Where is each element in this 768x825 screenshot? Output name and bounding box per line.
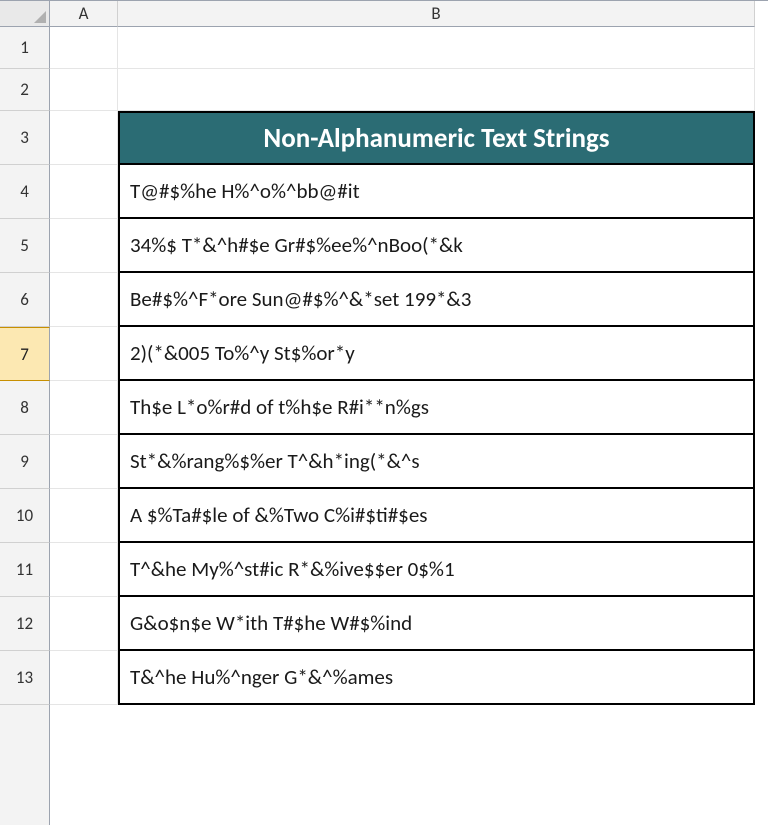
cell-A10[interactable] [50, 489, 118, 543]
row-header-5[interactable]: 5 [0, 219, 50, 273]
cell-A5[interactable] [50, 219, 118, 273]
row-header-11[interactable]: 11 [0, 543, 50, 597]
cell-B11[interactable]: T^&he My%^st#ic R*&%ive$$er 0$%1 [118, 543, 755, 597]
spreadsheet-grid[interactable]: A B 1 2 3 Non-Alphanumeric Text Strings … [0, 0, 768, 825]
row-header-13[interactable]: 13 [0, 651, 50, 705]
cell-A1[interactable] [50, 27, 118, 69]
cell-A11[interactable] [50, 543, 118, 597]
row-header-2[interactable]: 2 [0, 69, 50, 111]
cell-B2[interactable] [118, 69, 755, 111]
row-header-12[interactable]: 12 [0, 597, 50, 651]
row-header-10[interactable]: 10 [0, 489, 50, 543]
cell-blank-B [118, 705, 755, 825]
cell-A12[interactable] [50, 597, 118, 651]
cell-B12[interactable]: G&o$n$e W*ith T#$he W#$%ind [118, 597, 755, 651]
cell-B13[interactable]: T&^he Hu%^nger G*&^%ames [118, 651, 755, 705]
cell-blank-A [50, 705, 118, 825]
cell-B7[interactable]: 2)(*&005 To%^y St$%or*y [118, 327, 755, 381]
cell-B8[interactable]: Th$e L*o%r#d of t%h$e R#i**n%gs [118, 381, 755, 435]
cell-B9[interactable]: St*&%rang%$%er T^&h*ing(*&^s [118, 435, 755, 489]
cell-A8[interactable] [50, 381, 118, 435]
cell-A6[interactable] [50, 273, 118, 327]
row-header-6[interactable]: 6 [0, 273, 50, 327]
row-header-1[interactable]: 1 [0, 27, 50, 69]
row-header-blank [0, 705, 50, 825]
column-header-A[interactable]: A [50, 1, 118, 27]
cell-A3[interactable] [50, 111, 118, 165]
cell-B10[interactable]: A $%Ta#$le of &%Two C%i#$ti#$es [118, 489, 755, 543]
cell-B1[interactable] [118, 27, 755, 69]
cell-B6[interactable]: Be#$%^F*ore Sun@#$%^&*set 199*&3 [118, 273, 755, 327]
row-header-4[interactable]: 4 [0, 165, 50, 219]
cell-A2[interactable] [50, 69, 118, 111]
row-header-9[interactable]: 9 [0, 435, 50, 489]
cell-A13[interactable] [50, 651, 118, 705]
cell-B5[interactable]: 34%$ T*&^h#$e Gr#$%ee%^nBoo(*&k [118, 219, 755, 273]
cell-A9[interactable] [50, 435, 118, 489]
cell-A4[interactable] [50, 165, 118, 219]
row-header-7[interactable]: 7 [0, 327, 50, 381]
cell-B4[interactable]: T@#$%he H%^o%^bb@#it [118, 165, 755, 219]
row-header-3[interactable]: 3 [0, 111, 50, 165]
column-header-B[interactable]: B [118, 1, 755, 27]
select-all-corner[interactable] [0, 1, 50, 27]
cell-A7[interactable] [50, 327, 118, 381]
table-header-cell[interactable]: Non-Alphanumeric Text Strings [118, 111, 755, 165]
row-header-8[interactable]: 8 [0, 381, 50, 435]
